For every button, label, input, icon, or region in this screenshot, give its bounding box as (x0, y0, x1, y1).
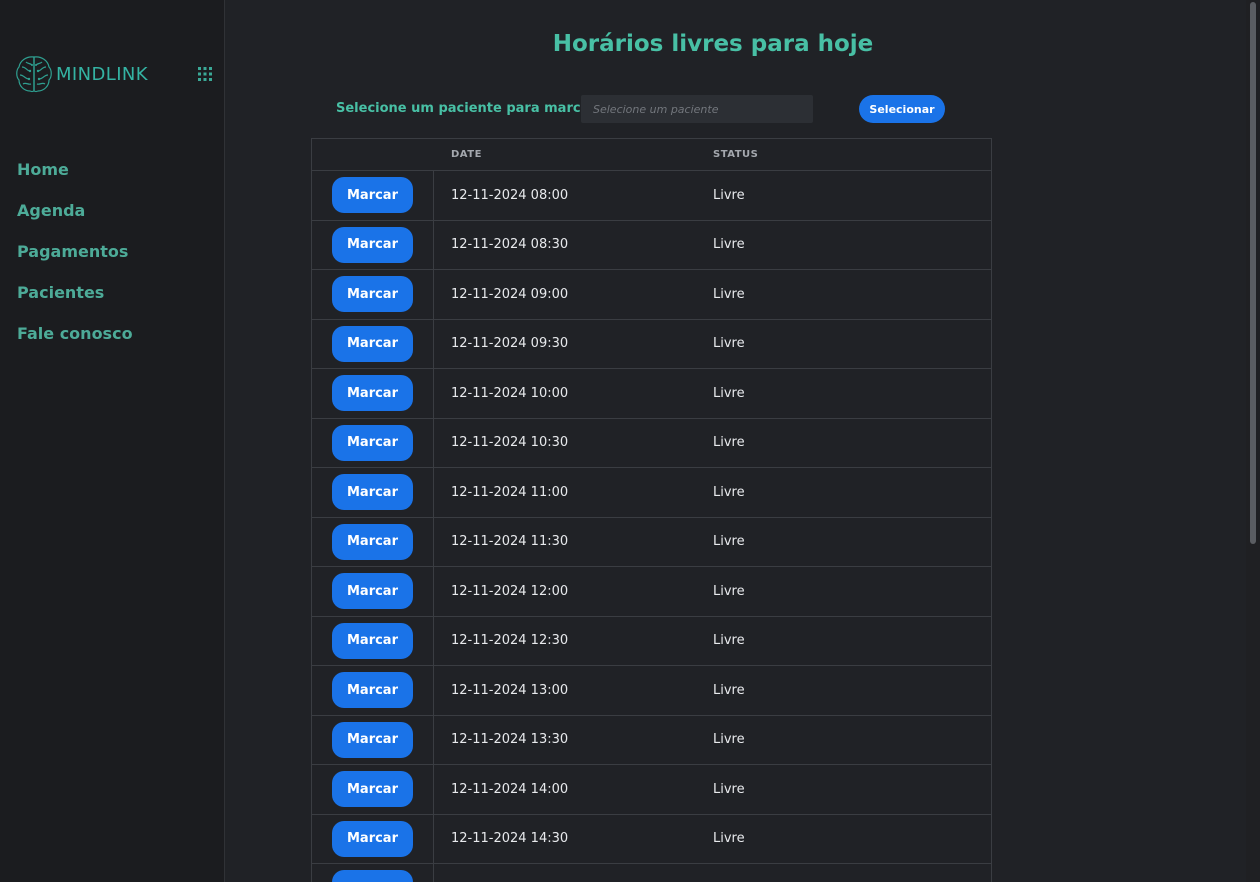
column-header-action (312, 139, 434, 170)
marcar-button[interactable]: Marcar (332, 375, 413, 412)
slot-status: Livre (713, 633, 745, 649)
vertical-scrollbar[interactable] (1246, 0, 1260, 882)
slot-status: Livre (713, 187, 745, 203)
marcar-button[interactable]: Marcar (332, 622, 413, 659)
slot-date: 12-11-2024 13:30 (451, 732, 569, 748)
action-cell: Marcar (312, 715, 434, 764)
scrollbar-thumb[interactable] (1250, 2, 1256, 544)
table-row: Marcar12-11-2024 15:00Livre (312, 864, 991, 882)
table-row: Marcar 12-11-2024 09:30 Livre (312, 319, 991, 369)
marcar-button[interactable]: Marcar (332, 523, 413, 560)
slot-status: Livre (713, 435, 745, 451)
slot-date: 12-11-2024 13:00 (451, 682, 569, 698)
page-title: Horários livres para hoje (552, 31, 874, 57)
slot-date: 12-11-2024 14:00 (451, 781, 569, 797)
table-body: Marcar 12-11-2024 08:00 Livre Marcar 12-11-2… (312, 171, 991, 882)
sidebar-item-home[interactable]: Home (17, 158, 133, 199)
table-header: DATE STATUS (312, 139, 991, 171)
patient-select-input[interactable] (581, 95, 813, 123)
marcar-button[interactable]: Marcar (332, 573, 413, 610)
column-header-status: STATUS (713, 149, 759, 160)
slot-date: 12-11-2024 11:00 (451, 484, 569, 500)
slot-status: Livre (713, 534, 745, 550)
table-row: Marcar 12-11-2024 08:30 Livre (312, 220, 991, 270)
slot-status: Livre (713, 583, 745, 599)
action-cell: Marcar (312, 616, 434, 665)
table-row: Marcar 12-11-2024 14:00 Livre (312, 765, 991, 815)
sidebar-nav: Home Agenda Pagamentos Pacientes Fale co… (17, 158, 133, 363)
table-row: Marcar 12-11-2024 13:30 Livre (312, 715, 991, 765)
brand-name: MINDLINK (56, 63, 148, 85)
marcar-button[interactable]: Marcar (332, 820, 413, 857)
slot-date: 12-11-2024 14:30 (451, 831, 569, 847)
action-cell: Marcar (312, 567, 434, 616)
slot-date: 12-11-2024 12:00 (451, 583, 569, 599)
marcar-button[interactable]: Marcar (332, 226, 413, 263)
action-cell: Marcar (312, 814, 434, 863)
action-cell: Marcar (312, 517, 434, 566)
table-row: Marcar 12-11-2024 11:00 Livre (312, 468, 991, 518)
slot-date: 12-11-2024 10:30 (451, 435, 569, 451)
slot-status: Livre (713, 781, 745, 797)
slot-status: Livre (713, 682, 745, 698)
slot-status: Livre (713, 385, 745, 401)
table-row: Marcar 12-11-2024 10:30 Livre (312, 418, 991, 468)
slot-status: Livre (713, 286, 745, 302)
slot-date: 12-11-2024 08:00 (451, 187, 569, 203)
slot-date: 12-11-2024 12:30 (451, 633, 569, 649)
slots-table: DATE STATUS Marcar 12-11-2024 08:00 Livre M… (311, 138, 992, 882)
marcar-button[interactable]: Marcar (332, 672, 413, 709)
column-header-date: DATE (451, 149, 482, 160)
action-cell: Marcar (312, 171, 434, 220)
main-content: Horários livres para hoje Selecione um p… (226, 0, 1246, 882)
table-row: Marcar 12-11-2024 10:00 Livre (312, 369, 991, 419)
table-row: Marcar 12-11-2024 14:30 Livre (312, 814, 991, 864)
table-row: Marcar 12-11-2024 12:00 Livre (312, 567, 991, 617)
slot-date: 12-11-2024 09:30 (451, 336, 569, 352)
sidebar-item-fale-conosco[interactable]: Fale conosco (17, 322, 133, 363)
slot-status: Livre (713, 732, 745, 748)
marcar-button[interactable]: Marcar (332, 771, 413, 808)
action-cell: Marcar (312, 220, 434, 269)
slot-status: Livre (713, 336, 745, 352)
table-row: Marcar 12-11-2024 11:30 Livre (312, 517, 991, 567)
action-cell: Marcar (312, 765, 434, 814)
table-row: Marcar 12-11-2024 08:00 Livre (312, 171, 991, 221)
slot-status: Livre (713, 237, 745, 253)
table-row: Marcar 12-11-2024 12:30 Livre (312, 616, 991, 666)
action-cell: Marcar (312, 418, 434, 467)
marcar-button[interactable]: Marcar (332, 474, 413, 511)
marcar-button[interactable]: Marcar (332, 870, 413, 882)
marcar-button[interactable]: Marcar (332, 721, 413, 758)
brain-icon (16, 56, 52, 93)
marcar-button[interactable]: Marcar (332, 325, 413, 362)
action-cell: Marcar (312, 666, 434, 715)
table-row: Marcar 12-11-2024 09:00 Livre (312, 270, 991, 320)
brand[interactable]: MINDLINK (14, 52, 148, 96)
sidebar: MINDLINK Home Agenda Pagamentos Paciente… (0, 0, 225, 882)
marcar-button[interactable]: Marcar (332, 424, 413, 461)
action-cell: Marcar (312, 319, 434, 368)
sidebar-item-pagamentos[interactable]: Pagamentos (17, 240, 133, 281)
slot-date: 12-11-2024 09:00 (451, 286, 569, 302)
action-cell: Marcar (312, 468, 434, 517)
select-patient-button[interactable]: Selecionar (859, 95, 945, 123)
grid-menu-icon[interactable] (197, 66, 213, 82)
sidebar-item-agenda[interactable]: Agenda (17, 199, 133, 240)
sidebar-item-pacientes[interactable]: Pacientes (17, 281, 133, 322)
slot-date: 12-11-2024 11:30 (451, 534, 569, 550)
action-cell: Marcar (312, 864, 434, 882)
action-cell: Marcar (312, 369, 434, 418)
app-window: MINDLINK Home Agenda Pagamentos Paciente… (0, 0, 1260, 882)
action-cell: Marcar (312, 270, 434, 319)
slot-status: Livre (713, 831, 745, 847)
slot-date: 12-11-2024 10:00 (451, 385, 569, 401)
marcar-button[interactable]: Marcar (332, 276, 413, 313)
slot-status: Livre (713, 484, 745, 500)
marcar-button[interactable]: Marcar (332, 177, 413, 214)
patient-select-label: Selecione um paciente para marcar (336, 101, 596, 116)
slot-date: 12-11-2024 08:30 (451, 237, 569, 253)
table-row: Marcar 12-11-2024 13:00 Livre (312, 666, 991, 716)
